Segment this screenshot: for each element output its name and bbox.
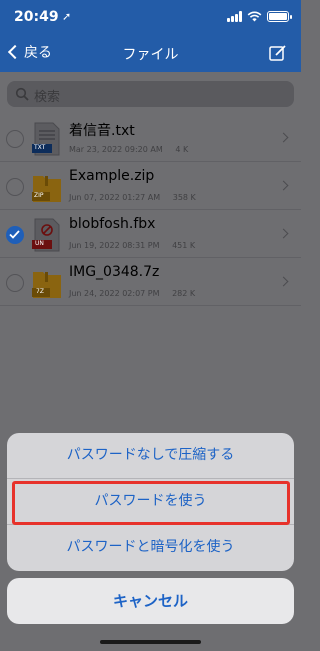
file-date: Mar 23, 2022 09:20 AM bbox=[69, 145, 163, 154]
chevron-right-icon bbox=[278, 276, 289, 287]
file-type-label: ZIP bbox=[34, 192, 44, 199]
screen: 20:49 ➚ 戻る ファイル 検索 TXT 着信音.txt Mar 23, 2… bbox=[0, 0, 301, 651]
file-type-label: 7Z bbox=[36, 288, 44, 295]
status-bar: 20:49 ➚ bbox=[0, 0, 301, 34]
file-meta: Jun 19, 2022 08:31 PM 451 K bbox=[69, 241, 205, 250]
file-name: 着信音.txt bbox=[69, 123, 135, 139]
file-type-label: UN bbox=[35, 240, 44, 247]
status-icons bbox=[227, 11, 292, 22]
search-placeholder: 検索 bbox=[34, 90, 61, 105]
highlight-frame bbox=[12, 481, 290, 525]
cellular-signal-icon bbox=[227, 11, 242, 22]
file-type-label: TXT bbox=[34, 144, 46, 151]
use-password-encrypt-button[interactable]: パスワードと暗号化を使う bbox=[7, 525, 294, 570]
file-date: Jun 07, 2022 01:27 AM bbox=[69, 193, 161, 202]
file-date: Jun 19, 2022 08:31 PM bbox=[69, 241, 160, 250]
file-meta: Jun 07, 2022 01:27 AM 358 K bbox=[69, 193, 206, 202]
home-indicator bbox=[100, 640, 201, 644]
checkmark-icon bbox=[9, 230, 20, 239]
page-title: ファイル bbox=[122, 47, 179, 63]
file-row[interactable]: ZIP Example.zip Jun 07, 2022 01:27 AM 35… bbox=[0, 162, 301, 210]
status-time: 20:49 bbox=[14, 9, 59, 25]
chevron-right-icon bbox=[278, 132, 289, 143]
selection-radio[interactable] bbox=[6, 274, 24, 292]
selection-radio-checked[interactable] bbox=[6, 226, 24, 244]
file-name: IMG_0348.7z bbox=[69, 264, 160, 280]
file-size: 4 K bbox=[175, 145, 189, 154]
file-size: 282 K bbox=[172, 289, 196, 298]
cancel-button[interactable]: キャンセル bbox=[7, 578, 294, 624]
file-meta: Jun 24, 2022 02:07 PM 282 K bbox=[69, 289, 205, 298]
file-meta: Mar 23, 2022 09:20 AM 4 K bbox=[69, 145, 198, 154]
selection-radio[interactable] bbox=[6, 178, 24, 196]
search-input[interactable]: 検索 bbox=[7, 81, 294, 107]
compose-icon[interactable] bbox=[269, 44, 287, 62]
file-name: Example.zip bbox=[69, 168, 155, 184]
file-date: Jun 24, 2022 02:07 PM bbox=[69, 289, 160, 298]
wifi-icon bbox=[247, 11, 262, 22]
search-icon bbox=[15, 87, 29, 101]
selection-radio[interactable] bbox=[6, 130, 24, 148]
search-area: 検索 bbox=[0, 72, 301, 114]
location-icon: ➚ bbox=[62, 10, 72, 23]
file-row[interactable]: 7Z IMG_0348.7z Jun 24, 2022 02:07 PM 282… bbox=[0, 258, 301, 306]
compress-no-password-button[interactable]: パスワードなしで圧縮する bbox=[7, 433, 294, 478]
nav-bar: 戻る ファイル bbox=[0, 34, 301, 72]
file-row[interactable]: UN blobfosh.fbx Jun 19, 2022 08:31 PM 45… bbox=[0, 210, 301, 258]
chevron-right-icon bbox=[278, 228, 289, 239]
file-size: 451 K bbox=[172, 241, 196, 250]
file-row[interactable]: TXT 着信音.txt Mar 23, 2022 09:20 AM 4 K bbox=[0, 114, 301, 162]
chevron-right-icon bbox=[278, 180, 289, 191]
file-list: TXT 着信音.txt Mar 23, 2022 09:20 AM 4 K ZI… bbox=[0, 114, 301, 306]
file-name: blobfosh.fbx bbox=[69, 216, 156, 232]
battery-icon bbox=[267, 11, 292, 22]
file-size: 358 K bbox=[172, 193, 196, 202]
